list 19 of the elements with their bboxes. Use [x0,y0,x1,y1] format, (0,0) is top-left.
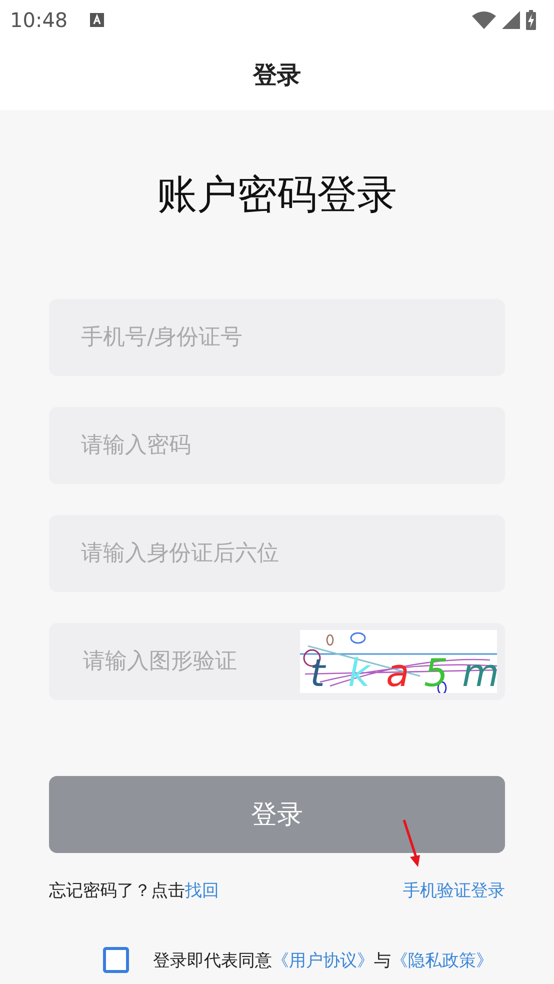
forgot-password-text: 忘记密码了？点击找回 [49,880,219,903]
login-button[interactable]: 登录 [49,776,505,853]
input-field[interactable]: 手机号/身份证号 [49,299,505,376]
password-field[interactable]: 请输入密码 [49,407,505,484]
login-heading: 账户密码登录 [156,171,398,220]
privacy-policy-link[interactable]: 《隐私政策》 [391,950,493,970]
sms-login-link[interactable]: 手机验证登录 [403,879,505,903]
recover-link[interactable]: 找回 [185,881,219,901]
wifi-icon [472,11,496,29]
status-time: 10:48 [10,8,68,32]
agreement-text: 登录即代表同意《用户协议》与《隐私政策》 [153,950,493,972]
battery-icon [526,10,536,30]
input-field[interactable]: 请输入身份证后六位 [49,515,505,592]
agreement-checkbox[interactable] [103,947,129,973]
signal-icon [502,11,520,29]
arrow-icon [401,819,423,869]
page-title: 登录 [253,60,301,91]
keyboard-icon [90,13,104,27]
user-agreement-link[interactable]: 《用户协议》 [272,950,374,970]
